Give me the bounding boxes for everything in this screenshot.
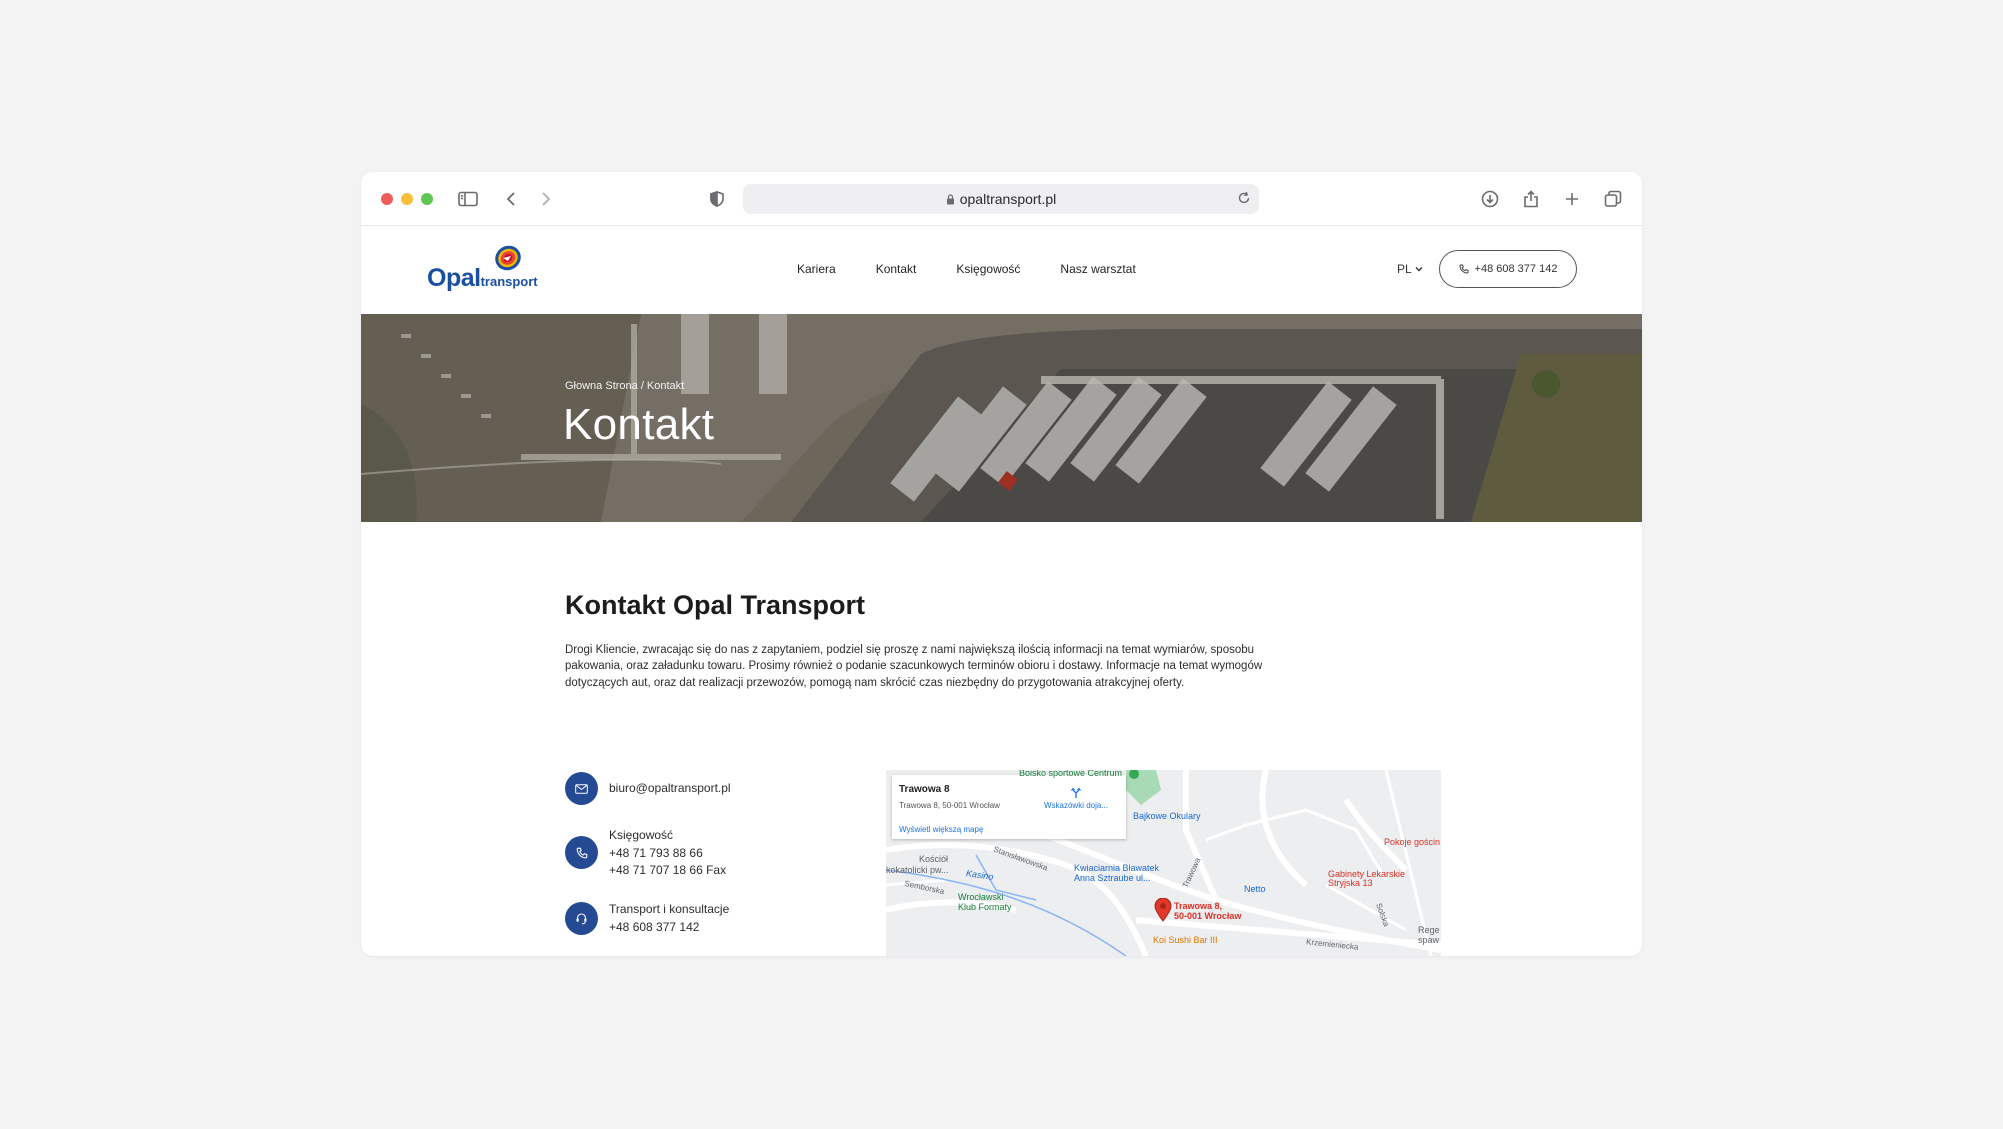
address-bar[interactable]: opaltransport.pl bbox=[743, 184, 1259, 214]
directions-icon bbox=[1071, 787, 1081, 798]
language-selector[interactable]: PL bbox=[1397, 262, 1423, 276]
chevron-down-icon bbox=[1415, 267, 1423, 272]
menu-item-kontakt[interactable]: Kontakt bbox=[876, 262, 917, 276]
map-label-rege-2: spaw bbox=[1418, 935, 1440, 945]
downloads-icon[interactable] bbox=[1478, 187, 1502, 211]
language-label: PL bbox=[1397, 262, 1412, 276]
contact-accounting: Księgowość +48 71 793 88 66 +48 71 707 1… bbox=[565, 827, 726, 880]
transport-phone[interactable]: +48 608 377 142 bbox=[609, 919, 729, 937]
map-label-sport: Boisko sportowe Centrum bbox=[1019, 770, 1123, 778]
browser-toolbar: opaltransport.pl bbox=[361, 172, 1642, 226]
map-label-glasses: Bajkowe Okulary bbox=[1133, 811, 1201, 821]
accounting-phone[interactable]: +48 71 793 88 66 bbox=[609, 845, 726, 863]
intro-paragraph: Drogi Kliencie, zwracając się do nas z z… bbox=[565, 644, 1263, 689]
tab-overview-icon[interactable] bbox=[1601, 187, 1625, 211]
sidebar-icon[interactable] bbox=[456, 187, 480, 211]
map-place-title: Trawowa 8 bbox=[899, 784, 950, 795]
phone-button-label: +48 608 377 142 bbox=[1474, 263, 1558, 275]
phone-icon bbox=[1459, 264, 1468, 274]
url-text: opaltransport.pl bbox=[959, 191, 1057, 207]
map-place-card: Trawowa 8 Trawowa 8, 50-001 Wrocław Wska… bbox=[892, 775, 1126, 839]
map-label-church-1: Kościół bbox=[919, 854, 949, 864]
mail-icon bbox=[565, 772, 598, 805]
map-label-clinic-2: Stryjska 13 bbox=[1328, 878, 1373, 888]
lock-icon bbox=[946, 193, 954, 204]
back-icon[interactable] bbox=[500, 187, 524, 211]
map-label-church-2: kokatolicki pw... bbox=[886, 865, 949, 875]
map-label-florist-2: Anna Sztraube ul... bbox=[1074, 873, 1151, 883]
contact-transport: Transport i konsultacje +48 608 377 142 bbox=[565, 901, 729, 936]
google-map[interactable]: Trawowa 8 Trawowa 8, 50-001 Wrocław Wska… bbox=[886, 770, 1441, 956]
email-link[interactable]: biuro@opaltransport.pl bbox=[609, 780, 731, 798]
zoom-window-button[interactable] bbox=[421, 193, 433, 205]
reload-icon[interactable] bbox=[1237, 191, 1251, 205]
transport-label: Transport i konsultacje bbox=[609, 902, 730, 916]
map-label-florist-1: Kwiaciarnia Bławatek bbox=[1074, 863, 1160, 873]
contact-email[interactable]: biuro@opaltransport.pl bbox=[565, 772, 731, 805]
map-pin-label-1: Trawowa 8, bbox=[1174, 901, 1223, 911]
privacy-shield-icon[interactable] bbox=[705, 187, 729, 211]
browser-window: opaltransport.pl Opaltransport Kariera K… bbox=[361, 172, 1642, 956]
map-label-club-1: Wrocławski bbox=[958, 892, 1004, 902]
map-pin-label-2: 50-001 Wrocław bbox=[1174, 911, 1242, 921]
new-tab-icon[interactable] bbox=[1560, 187, 1584, 211]
forward-icon[interactable] bbox=[533, 187, 557, 211]
hero-aerial-image bbox=[361, 314, 1642, 522]
hero-banner: Głowna Strona / Kontakt Kontakt bbox=[361, 314, 1642, 522]
page-title: Kontakt bbox=[563, 400, 715, 449]
menu-item-nasz-warsztat[interactable]: Nasz warsztat bbox=[1060, 262, 1135, 276]
minimize-window-button[interactable] bbox=[401, 193, 413, 205]
map-place-address: Trawowa 8, 50-001 Wrocław bbox=[899, 801, 1000, 810]
map-label-rooms: Pokoje gościn bbox=[1384, 837, 1441, 847]
map-label-rege-1: Rege bbox=[1418, 925, 1440, 935]
map-label-sushi: Koi Sushi Bar III bbox=[1153, 935, 1218, 945]
accounting-fax: +48 71 707 18 66 Fax bbox=[609, 863, 727, 877]
map-label-netto: Netto bbox=[1244, 884, 1266, 894]
accounting-label: Księgowość bbox=[609, 828, 674, 842]
close-window-button[interactable] bbox=[381, 193, 393, 205]
menu-item-kariera[interactable]: Kariera bbox=[797, 262, 836, 276]
map-directions-button[interactable]: Wskazówki doja... bbox=[1042, 787, 1110, 810]
breadcrumb[interactable]: Głowna Strona / Kontakt bbox=[565, 380, 684, 392]
section-title: Kontakt Opal Transport bbox=[565, 590, 866, 620]
map-pin-icon[interactable] bbox=[1154, 898, 1172, 922]
site-header: Opaltransport Kariera Kontakt Księgowość… bbox=[361, 226, 1642, 314]
phone-call-button[interactable]: +48 608 377 142 bbox=[1439, 250, 1577, 288]
menu-item-ksiegowosc[interactable]: Księgowość bbox=[956, 262, 1020, 276]
map-bigger-map-link[interactable]: Wyświetl większą mapę bbox=[899, 825, 983, 834]
opal-transport-logo[interactable]: Opaltransport bbox=[427, 242, 538, 292]
logo-mark-icon bbox=[495, 245, 521, 271]
main-menu: Kariera Kontakt Księgowość Nasz warsztat bbox=[797, 262, 1136, 276]
phone-icon bbox=[565, 836, 598, 869]
share-icon[interactable] bbox=[1519, 187, 1543, 211]
support-headset-icon bbox=[565, 902, 598, 935]
map-label-club-2: Klub Formaty bbox=[958, 902, 1012, 912]
